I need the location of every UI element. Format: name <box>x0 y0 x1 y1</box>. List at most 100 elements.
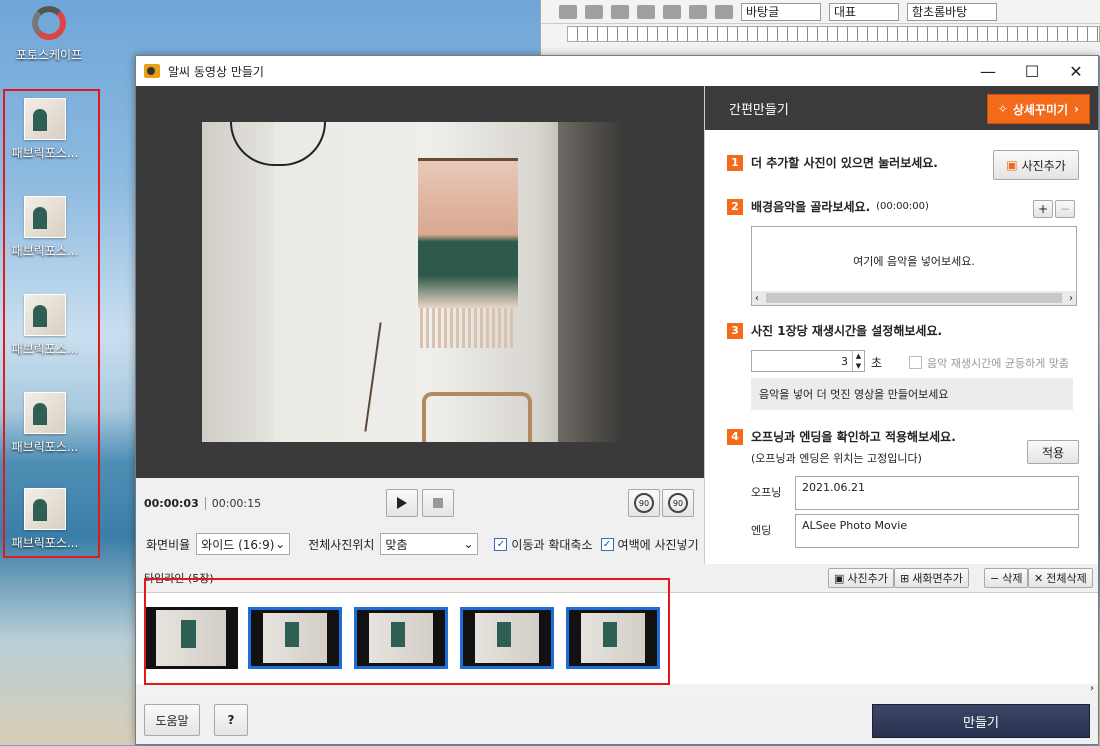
ending-text-field[interactable]: ALSee Photo Movie <box>795 514 1079 548</box>
chevron-right-icon: › <box>1074 102 1079 116</box>
video-maker-window: 알씨 동영상 만들기 — ☐ ✕ 00:00:03 00:00:15 90 90… <box>135 55 1099 745</box>
preview-icon[interactable] <box>663 4 681 19</box>
music-list[interactable]: 여기에 음악을 넣어보세요. ‹ › <box>751 226 1077 306</box>
hwp-editor-window: 바탕글 대표 함초롬바탕 <box>540 0 1100 56</box>
video-preview <box>136 86 704 478</box>
music-duration: (00:00:00) <box>876 201 929 212</box>
ratio-select[interactable]: 와이드 (16:9) ⌄ <box>196 533 291 555</box>
hwp-toolbar: 바탕글 대표 함초롬바탕 <box>541 0 1100 24</box>
photoscape-icon <box>32 6 66 40</box>
add-photo-icon: ▣ <box>834 571 845 585</box>
play-icon <box>397 497 407 509</box>
opening-text-field[interactable]: 2021.06.21 <box>795 476 1079 510</box>
stop-button[interactable] <box>422 489 454 517</box>
ending-label: 엔딩 <box>751 524 772 537</box>
margin-checkbox[interactable]: ✓ <box>600 537 614 551</box>
window-title: 알씨 동영상 만들기 <box>168 64 264 79</box>
detail-decorate-button[interactable]: ✧ 상세꾸미기 › <box>986 94 1090 124</box>
step-text: 배경음악을 골라보세요. <box>751 200 871 214</box>
chevron-down-icon: ⌄ <box>463 537 474 551</box>
opening-label: 오프닝 <box>751 486 782 499</box>
player-controls: 00:00:03 00:00:15 90 90 <box>136 478 704 528</box>
print-icon[interactable] <box>637 4 655 19</box>
help-button[interactable]: 도움말 <box>144 704 200 736</box>
zoom-checkbox[interactable]: ✓ <box>494 537 508 551</box>
margin-label: 여백에 사진넣기 <box>617 537 699 552</box>
equal-duration-checkbox[interactable] <box>909 356 922 369</box>
add-music-button[interactable]: + <box>1033 200 1053 218</box>
preview-photo <box>202 122 622 442</box>
rotate-right-icon: 90 <box>668 493 688 513</box>
step-number: 3 <box>727 322 743 339</box>
hwp-ruler <box>567 26 1100 42</box>
music-placeholder: 여기에 음악을 넣어보세요. <box>853 255 975 268</box>
timeline-add-photo-label: 사진추가 <box>847 572 888 585</box>
rotate-left-button[interactable]: 90 <box>628 489 660 517</box>
font-rep-select[interactable]: 대표 <box>829 2 899 21</box>
desktop-icon-label: 포토스케이프 <box>15 48 83 62</box>
zoom-label: 이동과 확대축소 <box>511 537 593 552</box>
film-camera-icon <box>144 64 160 78</box>
font-name-select[interactable]: 함초롬바탕 <box>907 2 997 21</box>
stop-icon <box>433 498 443 508</box>
chevron-up-icon[interactable]: ▲ <box>856 352 861 360</box>
music-hscrollbar[interactable]: ‹ › <box>752 291 1076 305</box>
play-button[interactable] <box>386 489 418 517</box>
seconds-stepper[interactable]: 3 ▲ ▼ <box>751 350 865 372</box>
question-button[interactable]: ? <box>214 704 248 736</box>
step-3: 3 사진 1장당 재생시간을 설정해보세요. <box>727 322 942 339</box>
style-select[interactable]: 바탕글 <box>741 2 821 21</box>
close-icon: ✕ <box>1034 571 1044 585</box>
position-select[interactable]: 맞춤 ⌄ <box>380 533 479 555</box>
undo-icon[interactable] <box>689 4 707 19</box>
remove-music-button[interactable]: − <box>1055 200 1075 218</box>
step-text: 오프닝과 엔딩을 확인하고 적용해보세요. <box>751 430 956 444</box>
chevron-down-icon: ⌄ <box>275 537 286 551</box>
save-icon[interactable] <box>611 4 629 19</box>
chevron-right-icon[interactable]: › <box>1069 293 1073 304</box>
step-2: 2 배경음악을 골라보세요. (00:00:00) <box>727 198 929 215</box>
opening-note: (오프닝과 엔딩은 위치는 고정입니다) <box>751 452 922 465</box>
magic-wand-icon: ✧ <box>997 102 1008 116</box>
maximize-button[interactable]: ☐ <box>1010 56 1054 86</box>
chevron-down-icon[interactable]: ▼ <box>856 362 861 370</box>
chevron-left-icon[interactable]: ‹ <box>755 293 759 304</box>
delete-label: 삭제 <box>1002 572 1023 585</box>
delete-button[interactable]: − 삭제 <box>984 568 1029 588</box>
easy-make-panel: 간편만들기 ✧ 상세꾸미기 › 1 더 추가할 사진이 있으면 눌러보세요. ▣… <box>704 86 1098 564</box>
position-label: 전체사진위치 <box>308 537 375 552</box>
photoscape-desktop-icon[interactable]: 포토스케이프 <box>14 6 84 63</box>
delete-all-button[interactable]: ✕ 전체삭제 <box>1028 568 1093 588</box>
current-time: 00:00:03 <box>144 496 199 510</box>
music-tip: 음악을 넣어 더 멋진 영상을 만들어보세요 <box>751 378 1073 410</box>
make-video-button[interactable]: 만들기 <box>872 704 1090 738</box>
open-folder-icon[interactable] <box>585 4 603 19</box>
step-number: 1 <box>727 154 743 171</box>
minimize-button[interactable]: — <box>966 56 1010 86</box>
delete-all-label: 전체삭제 <box>1046 572 1087 585</box>
timeline-hscrollbar[interactable]: › <box>136 683 1098 696</box>
timeline-add-photo-button[interactable]: ▣ 사진추가 <box>828 568 894 588</box>
panel-title: 간편만들기 <box>729 102 789 118</box>
add-photo-button[interactable]: ▣ 사진추가 <box>993 150 1079 180</box>
rotate-right-button[interactable]: 90 <box>662 489 694 517</box>
ratio-value: 와이드 (16:9) <box>201 537 275 552</box>
stepper-arrows[interactable]: ▲ ▼ <box>852 351 864 371</box>
step-number: 2 <box>727 198 743 215</box>
add-photo-label: 사진추가 <box>1021 158 1066 173</box>
add-screen-button[interactable]: ⊞ 새화면추가 <box>894 568 969 588</box>
apply-button[interactable]: 적용 <box>1027 440 1079 464</box>
chair <box>422 392 532 442</box>
new-doc-icon[interactable] <box>559 4 577 19</box>
panel-header: 간편만들기 ✧ 상세꾸미기 › <box>705 86 1098 130</box>
seconds-value: 3 <box>841 354 848 368</box>
redo-icon[interactable] <box>715 4 733 19</box>
chevron-right-icon[interactable]: › <box>1090 683 1094 694</box>
seconds-unit: 초 <box>871 356 883 370</box>
equal-duration-label: 음악 재생시간에 균등하게 맞춤 <box>927 357 1070 370</box>
close-button[interactable]: ✕ <box>1054 56 1098 86</box>
minus-icon: − <box>990 571 1000 585</box>
footer-bar: 도움말 ? 만들기 <box>136 696 1098 746</box>
position-value: 맞춤 <box>385 537 408 552</box>
detail-decorate-label: 상세꾸미기 <box>1012 102 1069 117</box>
